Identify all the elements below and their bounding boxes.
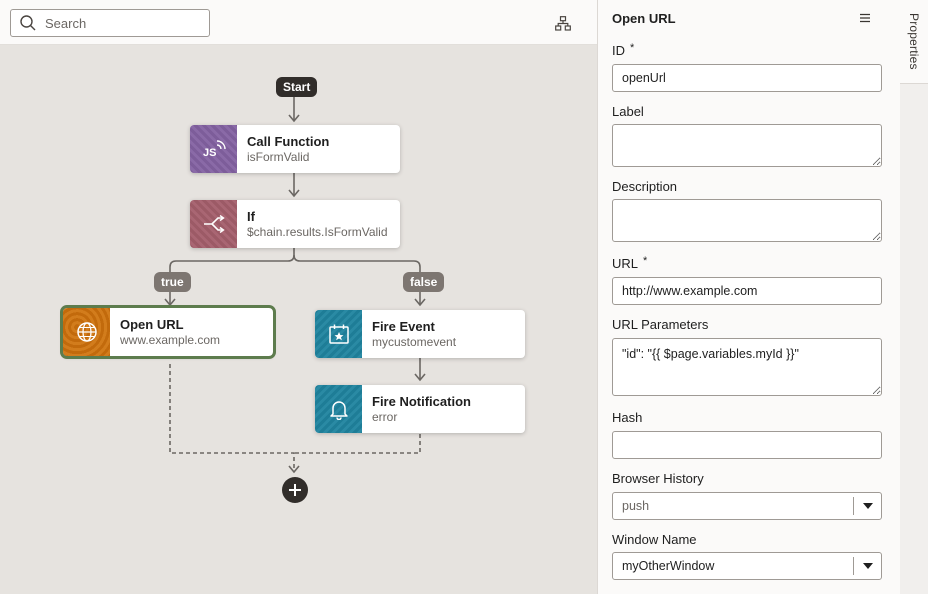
- label-field[interactable]: [612, 124, 882, 167]
- node-subtitle: www.example.com: [120, 333, 221, 347]
- hash-field[interactable]: [612, 431, 882, 459]
- id-field[interactable]: [612, 64, 882, 92]
- plus-icon: [289, 484, 301, 496]
- hierarchy-icon: [555, 15, 571, 31]
- branch-icon: [190, 200, 237, 248]
- window-name-select[interactable]: myOtherWindow: [612, 552, 882, 580]
- globe-icon: [63, 308, 110, 356]
- url-field[interactable]: [612, 277, 882, 305]
- label-label: Label: [612, 104, 644, 119]
- javascript-icon: JS: [190, 125, 237, 173]
- fire-notification-node[interactable]: Fire Notification error: [315, 385, 525, 433]
- hamburger-icon: [860, 13, 870, 23]
- branch-false-label: false: [403, 272, 445, 292]
- dropdown-arrow-icon[interactable]: [854, 493, 881, 519]
- node-title: Open URL: [120, 317, 184, 332]
- branch-true-label: true: [154, 272, 191, 292]
- url-label: URL *: [612, 255, 648, 271]
- url-parameters-field[interactable]: "id": "{{ $page.variables.myId }}": [612, 338, 882, 396]
- side-tab-bar: Properties: [900, 0, 928, 594]
- node-title: Call Function: [247, 134, 330, 149]
- node-subtitle: error: [372, 410, 398, 424]
- node-subtitle: isFormValid: [247, 150, 310, 164]
- canvas-toolbar: [0, 0, 597, 45]
- add-action-button[interactable]: [282, 477, 308, 503]
- call-function-node[interactable]: JS Call Function isFormValid: [190, 125, 400, 173]
- hierarchy-view-button[interactable]: [552, 13, 574, 33]
- node-title: If: [247, 209, 255, 224]
- properties-panel: Open URL ID * Label Description URL * URL …: [597, 0, 900, 594]
- search-icon: [20, 15, 36, 31]
- fire-event-node[interactable]: Fire Event mycustomevent: [315, 310, 525, 358]
- svg-text:JS: JS: [203, 147, 216, 159]
- start-label: Start: [276, 77, 318, 97]
- window-name-value: myOtherWindow: [622, 559, 715, 573]
- calendar-star-icon: [315, 310, 362, 358]
- flow-canvas[interactable]: Start JS Call Function isFormValid If $c…: [0, 0, 597, 594]
- url-parameters-label: URL Parameters: [612, 317, 709, 332]
- required-marker: *: [643, 255, 648, 267]
- bell-icon: [315, 385, 362, 433]
- description-label: Description: [612, 179, 678, 194]
- browser-history-value: push: [622, 499, 650, 513]
- dropdown-arrow-icon[interactable]: [854, 553, 881, 579]
- browser-history-select[interactable]: push: [612, 492, 882, 520]
- url-label-text: URL: [612, 256, 639, 271]
- id-label: ID *: [612, 42, 635, 58]
- required-marker: *: [630, 42, 635, 54]
- search-input[interactable]: [45, 15, 195, 31]
- tab-properties[interactable]: Properties: [900, 0, 928, 84]
- panel-menu-button[interactable]: [857, 9, 873, 27]
- node-subtitle: $chain.results.IsFormValid: [247, 225, 388, 239]
- node-title: Fire Notification: [372, 394, 471, 409]
- node-subtitle: mycustomevent: [372, 335, 457, 349]
- id-label-text: ID: [612, 43, 625, 58]
- node-title: Fire Event: [372, 319, 435, 334]
- tab-properties-label: Properties: [907, 13, 921, 70]
- if-node[interactable]: If $chain.results.IsFormValid: [190, 200, 400, 248]
- window-name-label: Window Name: [612, 532, 697, 547]
- panel-title: Open URL: [612, 11, 676, 26]
- description-field[interactable]: [612, 199, 882, 242]
- hash-label: Hash: [612, 410, 643, 425]
- browser-history-label: Browser History: [612, 471, 704, 486]
- search-box[interactable]: [10, 9, 210, 37]
- open-url-node[interactable]: Open URL www.example.com: [60, 305, 276, 359]
